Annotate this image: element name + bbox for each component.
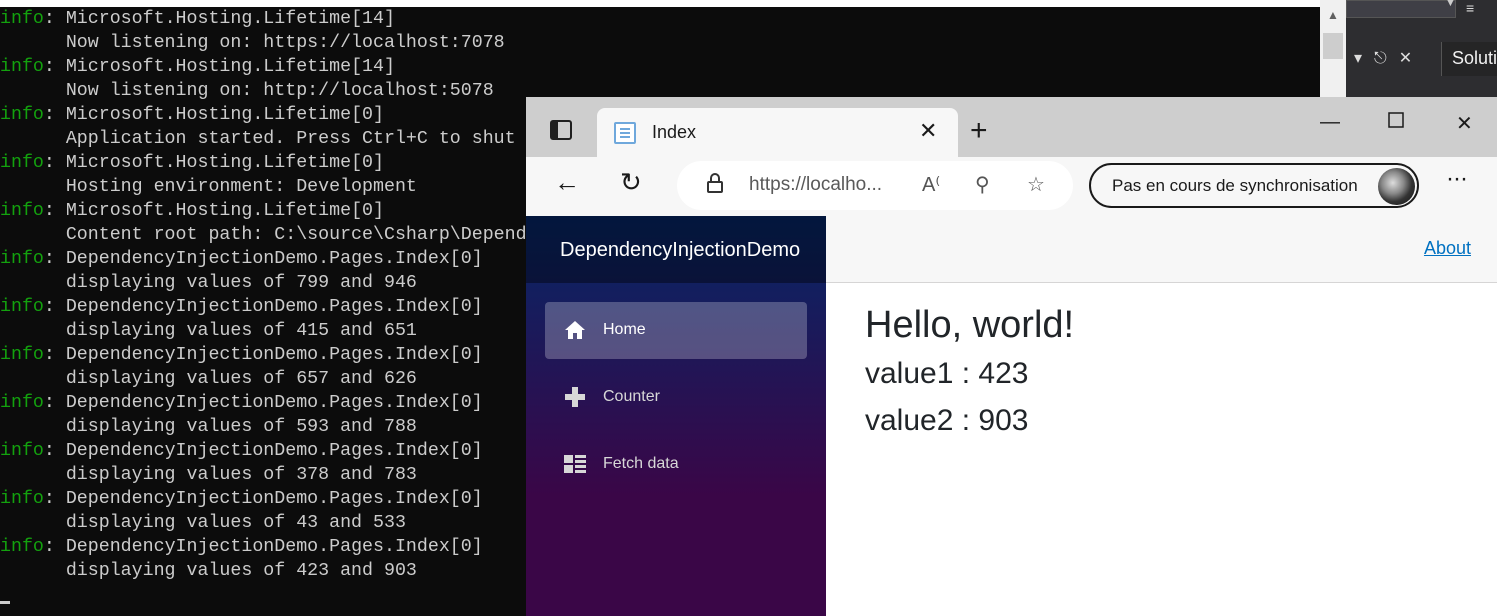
log-text: : DependencyInjectionDemo.Pages.Index[0] [43, 393, 483, 413]
log-level: info [0, 9, 44, 29]
address-url[interactable]: https://localho... [749, 174, 882, 196]
workspaces-icon[interactable] [550, 119, 574, 143]
minimize-icon[interactable]: — [1320, 111, 1340, 134]
log-text: displaying values of 43 and 533 [0, 513, 406, 533]
chevron-down-icon: ▼ [1445, 0, 1456, 9]
read-aloud-icon[interactable]: A⁽ [922, 172, 940, 197]
vs-panel-tools: ▾ ⎋ ✕ [1354, 48, 1424, 68]
page-title: Hello, world! [865, 304, 1075, 346]
log-text: displaying values of 415 and 651 [0, 321, 417, 341]
vs-menu-icon[interactable]: ≡ [1466, 0, 1474, 16]
scroll-up-icon[interactable]: ▲ [1320, 8, 1346, 22]
log-text: displaying values of 378 and 783 [0, 465, 417, 485]
log-text: : DependencyInjectionDemo.Pages.Index[0] [43, 249, 483, 269]
list-icon [564, 455, 586, 473]
solution-explorer-tab[interactable]: Soluti [1441, 42, 1497, 76]
log-level: info [0, 537, 44, 557]
log-level: info [0, 345, 44, 365]
sidebar-item-home[interactable]: Home [545, 302, 807, 359]
add-favorite-icon[interactable]: ☆ [1027, 172, 1045, 197]
tab-bar: Index ✕ + — ✕ [526, 97, 1497, 157]
new-tab-icon[interactable]: + [970, 114, 988, 148]
sidebar-item-label: Counter [603, 388, 660, 405]
close-icon[interactable]: ✕ [1399, 50, 1412, 67]
log-text: : DependencyInjectionDemo.Pages.Index[0] [43, 441, 483, 461]
more-options-icon[interactable]: ··· [1446, 165, 1468, 193]
log-level: info [0, 249, 44, 269]
sidebar-item-label: Fetch data [603, 455, 679, 472]
sidebar-item-label: Home [603, 321, 646, 338]
log-level: info [0, 153, 44, 173]
log-text: : Microsoft.Hosting.Lifetime[14] [43, 57, 395, 77]
sidebar-item-counter[interactable]: Counter [545, 369, 807, 426]
plus-icon [565, 387, 585, 407]
window-top-strip [0, 0, 1346, 7]
sync-button[interactable]: Pas en cours de synchronisation [1089, 163, 1419, 208]
page-favicon-icon [614, 122, 636, 144]
avatar [1378, 168, 1415, 205]
close-icon[interactable]: ✕ [919, 118, 937, 144]
log-level: info [0, 489, 44, 509]
tab-title: Index [652, 122, 697, 142]
log-text: : DependencyInjectionDemo.Pages.Index[0] [43, 345, 483, 365]
console-line: info: Microsoft.Hosting.Lifetime[14] [0, 55, 1322, 79]
browser-toolbar: ← ↻ https://localho... A⁽ ⚲ ☆ Pas en cou… [526, 157, 1497, 216]
brand-name[interactable]: DependencyInjectionDemo [560, 239, 800, 262]
zoom-out-icon[interactable]: ⚲ [975, 172, 990, 197]
log-level: info [0, 105, 44, 125]
value1-text: value1 : 423 [865, 357, 1029, 390]
log-text: : DependencyInjectionDemo.Pages.Index[0] [43, 489, 483, 509]
log-text: : DependencyInjectionDemo.Pages.Index[0] [43, 297, 483, 317]
main-content: Hello, world! value1 : 423 value2 : 903 [865, 304, 1074, 441]
sidebar: DependencyInjectionDemo Home Counter Fet… [526, 216, 826, 616]
log-level: info [0, 393, 44, 413]
log-text: : Microsoft.Hosting.Lifetime[14] [43, 9, 395, 29]
console-line: info: Microsoft.Hosting.Lifetime[14] [0, 7, 1322, 31]
log-text: Application started. Press Ctrl+C to shu… [0, 129, 516, 149]
back-arrow-icon[interactable]: ← [554, 167, 580, 198]
vs-dropdown[interactable]: ▼ [1346, 0, 1456, 18]
console-cursor [0, 601, 10, 604]
web-page: DependencyInjectionDemo Home Counter Fet… [526, 216, 1497, 616]
log-level: info [0, 441, 44, 461]
log-text: : Microsoft.Hosting.Lifetime[0] [43, 201, 384, 221]
log-text: : Microsoft.Hosting.Lifetime[0] [43, 105, 384, 125]
about-link[interactable]: About [1424, 238, 1471, 259]
log-text: displaying values of 657 and 626 [0, 369, 417, 389]
console-scrollbar[interactable]: ▲ [1320, 0, 1346, 100]
tab-index[interactable]: Index ✕ [597, 108, 958, 157]
log-text: : Microsoft.Hosting.Lifetime[0] [43, 153, 384, 173]
visual-studio-panel: ▼ ≡ ▾ ⎋ ✕ Soluti [1346, 0, 1497, 100]
refresh-icon[interactable]: ↻ [620, 167, 642, 198]
sync-label: Pas en cours de synchronisation [1112, 176, 1358, 195]
log-text: displaying values of 423 and 903 [0, 561, 417, 581]
scrollbar-thumb[interactable] [1323, 33, 1343, 59]
value2-text: value2 : 903 [865, 404, 1029, 437]
log-text: : DependencyInjectionDemo.Pages.Index[0] [43, 537, 483, 557]
navbar-brand: DependencyInjectionDemo [526, 216, 826, 283]
home-icon [565, 321, 585, 339]
log-level: info [0, 297, 44, 317]
log-level: info [0, 57, 44, 77]
pin-icon[interactable]: ⎋ [1374, 50, 1387, 67]
maximize-icon[interactable] [1388, 111, 1404, 134]
lock-icon[interactable] [707, 173, 723, 193]
log-text: Hosting environment: Development [0, 177, 417, 197]
window-close-icon[interactable]: ✕ [1456, 111, 1473, 136]
log-text: displaying values of 593 and 788 [0, 417, 417, 437]
log-text: Content root path: C:\source\Csharp\Depe… [0, 225, 527, 245]
top-row: About [826, 216, 1497, 283]
browser-window: Index ✕ + — ✕ ← ↻ https://localho... A⁽ … [526, 97, 1497, 616]
log-text: displaying values of 799 and 946 [0, 273, 417, 293]
console-line: Now listening on: https://localhost:7078 [0, 31, 1322, 55]
sidebar-item-fetch-data[interactable]: Fetch data [545, 436, 807, 493]
address-bar[interactable]: https://localho... A⁽ ⚲ ☆ [677, 161, 1073, 210]
log-level: info [0, 201, 44, 221]
dropdown-arrow-icon[interactable]: ▾ [1354, 50, 1362, 67]
log-text: Now listening on: https://localhost:7078 [0, 33, 505, 53]
log-text: Now listening on: http://localhost:5078 [0, 81, 494, 101]
